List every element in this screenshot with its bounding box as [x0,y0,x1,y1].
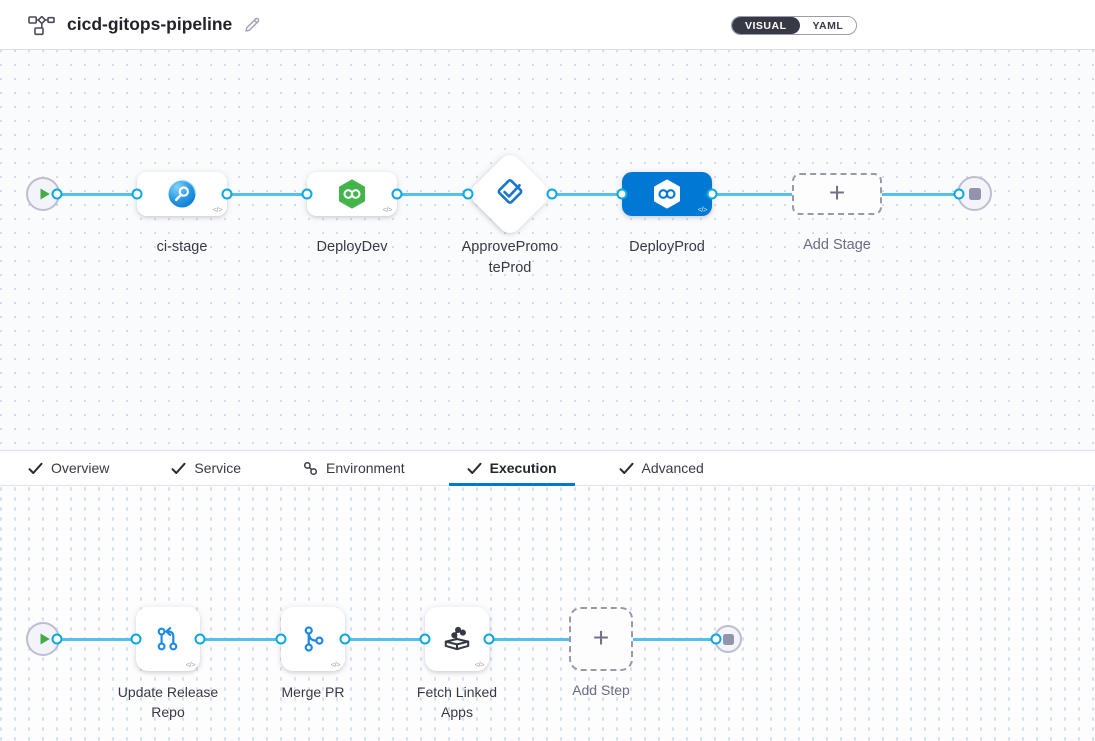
stage-node-deployprod[interactable]: </> [622,172,712,216]
connector-port[interactable] [302,189,313,200]
code-badge-icon: </> [213,205,222,214]
check-icon [619,462,634,475]
visual-yaml-toggle: VISUAL YAML [731,16,857,35]
cd-hexagon-infinity-icon [652,179,682,209]
tab-advanced[interactable]: Advanced [601,451,722,485]
add-stage-button[interactable]: + [792,173,882,215]
stage-node-deploydev[interactable]: </> [307,172,397,216]
tab-service[interactable]: Service [153,451,259,485]
step-node-fetch-linked-apps[interactable]: </> [425,607,489,671]
step-label-update-release-repo: Update Release Repo [112,682,224,723]
add-step-button[interactable]: + [569,607,633,671]
connector-port[interactable] [132,189,143,200]
tab-overview[interactable]: Overview [10,451,127,485]
check-icon [467,462,482,475]
page-title: cicd-gitops-pipeline [67,14,232,35]
connector-port[interactable] [547,189,558,200]
plus-icon: + [829,179,845,207]
fetch-linked-apps-icon [441,623,473,655]
connector-port[interactable] [131,634,142,645]
execution-canvas[interactable]: </> </> </> [0,486,1095,741]
step-node-update-release-repo[interactable]: </> [136,607,200,671]
cd-hexagon-infinity-icon [337,179,367,209]
add-stage-label: Add Stage [777,235,897,256]
environment-icon [303,461,318,476]
tab-label: Service [194,460,241,476]
step-label-fetch-linked-apps: Fetch Linked Apps [402,682,512,723]
connector-port[interactable] [954,189,965,200]
stage-node-ci-stage[interactable]: </> [137,172,227,216]
connector-port[interactable] [195,634,206,645]
code-badge-icon: </> [383,205,392,214]
connector-port[interactable] [340,634,351,645]
tab-label: Advanced [642,460,704,476]
step-label-merge-pr: Merge PR [253,682,373,702]
play-icon [39,187,51,201]
connector-port[interactable] [707,189,718,200]
ci-build-icon [167,179,197,209]
app-header: cicd-gitops-pipeline VISUAL YAML [0,0,1095,50]
code-badge-icon: </> [698,205,707,214]
stop-icon [969,188,981,200]
pipeline-graph-icon [28,13,55,36]
edit-pencil-icon [244,16,261,33]
yaml-toggle-button[interactable]: YAML [800,17,857,34]
tab-label: Environment [326,460,405,476]
approval-diamond-check-icon[interactable] [491,173,529,216]
tab-environment[interactable]: Environment [285,451,423,485]
code-badge-icon: </> [475,660,484,669]
connector-port[interactable] [276,634,287,645]
add-step-label: Add Step [546,680,656,700]
connector-port[interactable] [52,189,63,200]
check-icon [171,462,186,475]
tab-label: Overview [51,460,109,476]
edit-pipeline-name-button[interactable] [242,14,263,35]
connector-port[interactable] [420,634,431,645]
stage-canvas[interactable]: </> </> [0,50,1095,450]
connector-port[interactable] [52,634,63,645]
tab-label: Execution [490,460,557,476]
git-merge-icon [297,623,329,655]
stage-config-tabbar: Overview Service Environment Execution A… [0,450,1095,486]
code-badge-icon: </> [186,660,195,669]
connector-port[interactable] [392,189,403,200]
git-update-icon [152,623,184,655]
connector-port[interactable] [711,634,722,645]
code-badge-icon: </> [331,660,340,669]
step-node-merge-pr[interactable]: </> [281,607,345,671]
stage-label-deploydev: DeployDev [292,237,412,258]
play-icon [39,632,51,646]
connector-port[interactable] [617,189,628,200]
stage-label-approvepromoteprod: ApprovePromoteProd [460,237,560,279]
stage-label-deployprod: DeployProd [607,237,727,258]
visual-toggle-button[interactable]: VISUAL [732,17,800,34]
stop-icon [723,634,734,645]
plus-icon: + [593,624,609,652]
tab-execution[interactable]: Execution [449,451,575,485]
connector-port[interactable] [484,634,495,645]
check-icon [28,462,43,475]
stage-label-ci-stage: ci-stage [122,237,242,258]
connector-port[interactable] [222,189,233,200]
connector-port[interactable] [463,189,474,200]
